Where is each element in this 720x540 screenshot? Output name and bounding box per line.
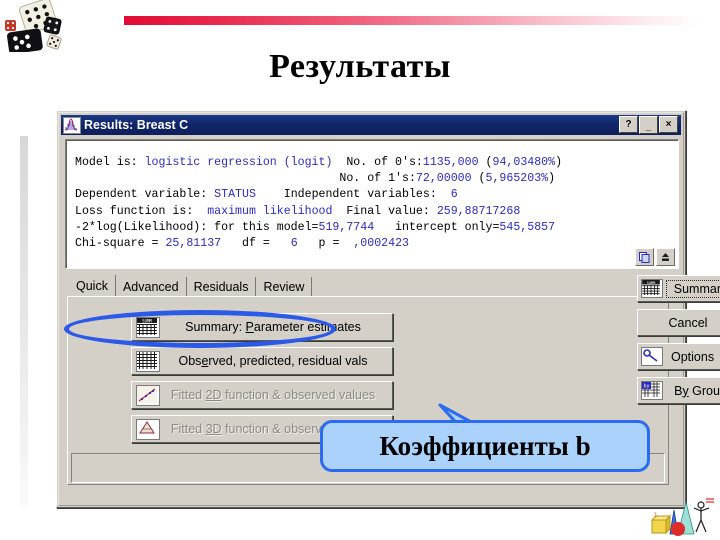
by-group-button[interactable]: by By Group xyxy=(637,377,720,404)
summary-table-icon: SUMM xyxy=(641,279,663,298)
surface-3d-icon xyxy=(136,418,160,440)
dialog-titlebar[interactable]: Results: Breast C ? _ × xyxy=(61,115,681,135)
tab-quick[interactable]: Quick xyxy=(69,275,116,297)
help-button[interactable]: ? xyxy=(619,116,638,133)
grid-table-icon xyxy=(136,350,160,372)
tab-advanced-label: Advanced xyxy=(122,280,179,294)
text-pane-tools xyxy=(635,248,675,266)
svg-text:∑: ∑ xyxy=(654,512,657,518)
tab-residuals-label: Residuals xyxy=(193,280,249,294)
tabstrip: Quick Advanced Residuals Review xyxy=(69,275,674,297)
results-text-pane[interactable]: Model is: logistic regression (logit) No… xyxy=(65,139,679,269)
slide-canvas: Результаты Results: Breast C ? _ × Model… xyxy=(0,0,720,540)
scatter-2d-icon xyxy=(136,384,160,406)
annotation-callout: Коэффициенты b xyxy=(320,420,650,472)
by-group-icon: by xyxy=(641,381,663,400)
fitted-2d-function-button[interactable]: Fitted 2D function & observed values xyxy=(131,381,393,409)
svg-text:by: by xyxy=(643,384,649,390)
summary-parameter-estimates-button[interactable]: SUMM Summary: Parameter estimates xyxy=(131,313,393,341)
dice-logo xyxy=(2,0,80,55)
by-group-button-label: By Group xyxy=(674,383,720,398)
dialog-title-text: Results: Breast C xyxy=(84,118,189,132)
fitted-2d-function-label: Fitted 2D function & observed values xyxy=(170,388,376,402)
minimize-button[interactable]: _ xyxy=(639,116,658,134)
options-key-icon xyxy=(641,347,663,366)
left-accent-strip xyxy=(20,136,28,508)
summary-button-label: Summary xyxy=(666,279,720,298)
results-output-text: Model is: logistic regression (logit) No… xyxy=(75,156,563,251)
close-button[interactable]: × xyxy=(659,116,678,133)
annotation-callout-text: Коэффициенты b xyxy=(379,430,591,461)
geometry-shapes-clipart: ∑ xyxy=(648,496,716,538)
summary-button[interactable]: SUMM Summary xyxy=(637,275,720,302)
tab-residuals[interactable]: Residuals xyxy=(186,277,257,297)
distribution-curve-icon xyxy=(63,116,81,134)
summary-parameter-estimates-label: Summary: Parameter estimates xyxy=(185,320,361,334)
page-title: Результаты xyxy=(269,48,451,85)
options-button-label: Options xyxy=(670,349,715,364)
send-to-top-icon[interactable] xyxy=(656,248,675,266)
observed-predicted-residual-label: Observed, predicted, residual vals xyxy=(178,354,368,368)
tab-advanced[interactable]: Advanced xyxy=(115,277,187,297)
observed-predicted-residual-button[interactable]: Observed, predicted, residual vals xyxy=(131,347,393,375)
header-accent-bar xyxy=(124,16,700,25)
cancel-button[interactable]: Cancel xyxy=(637,309,720,336)
svg-text:SUMM: SUMM xyxy=(647,281,655,285)
copy-icon[interactable] xyxy=(635,248,654,266)
svg-text:SUMM: SUMM xyxy=(142,318,152,323)
summary-table-icon: SUMM xyxy=(136,316,160,338)
cancel-button-label: Cancel xyxy=(668,315,708,330)
options-button[interactable]: Options ▼ xyxy=(637,343,720,370)
titlebar-button-group: ? _ × xyxy=(619,116,681,134)
tab-review-label: Review xyxy=(263,280,305,294)
tab-quick-label: Quick xyxy=(76,279,108,293)
tab-review[interactable]: Review xyxy=(256,277,313,297)
